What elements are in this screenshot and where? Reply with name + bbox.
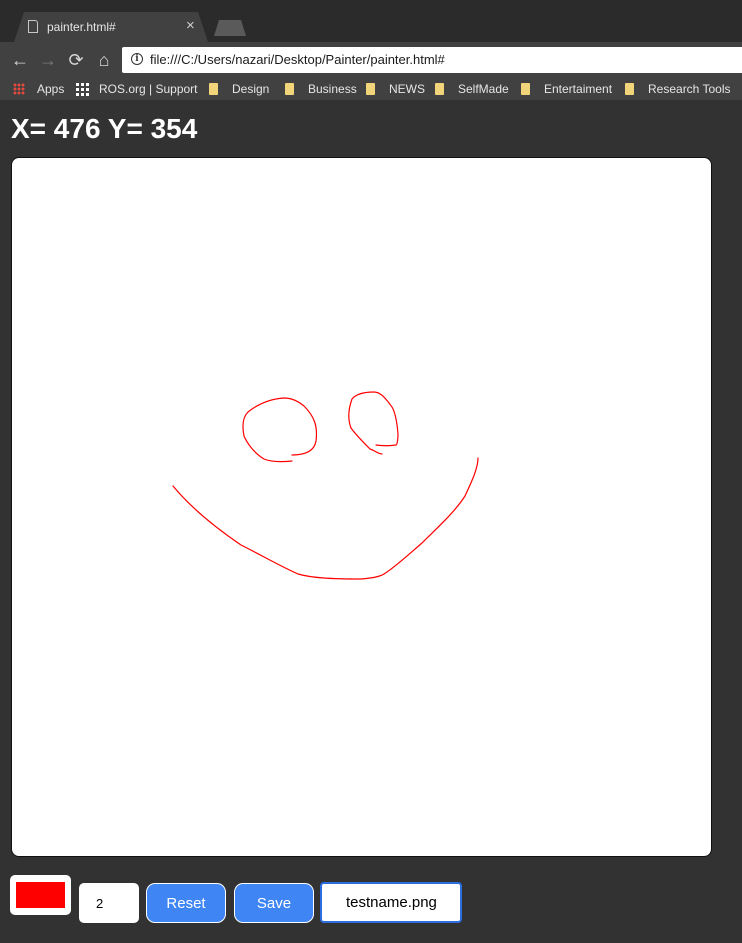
address-bar[interactable]: i file:///C:/Users/nazari/Desktop/Painte… <box>122 47 742 73</box>
bookmark-label: Design <box>232 82 270 96</box>
folder-icon <box>209 83 218 95</box>
bookmark-apps[interactable]: Apps <box>13 81 64 97</box>
folder-icon <box>521 83 530 95</box>
home-icon[interactable]: ⌂ <box>94 50 114 70</box>
bookmark-label: ROS.org | Support <box>99 82 198 96</box>
bookmark-ros[interactable]: ROS.org | Support <box>76 81 198 97</box>
url-text: file:///C:/Users/nazari/Desktop/Painter/… <box>150 52 445 67</box>
bookmark-label: Research Tools <box>648 82 731 96</box>
left-eye-stroke <box>242 397 318 463</box>
brush-size-input[interactable] <box>79 883 139 923</box>
drawing-strokes <box>172 391 479 580</box>
bookmark-label: NEWS <box>389 82 425 96</box>
browser-tab[interactable]: painter.html# × <box>14 12 208 42</box>
document-icon <box>28 20 38 33</box>
tab-title: painter.html# <box>47 20 116 34</box>
tab-close-icon[interactable]: × <box>186 18 195 34</box>
selected-color-fill <box>16 882 65 908</box>
browser-toolbar: ← → ⟳ ⌂ i file:///C:/Users/nazari/Deskto… <box>0 42 742 78</box>
smile-stroke <box>172 457 479 580</box>
bookmark-news[interactable]: NEWS <box>366 81 425 97</box>
bookmark-label: SelfMade <box>458 82 509 96</box>
reload-icon[interactable]: ⟳ <box>66 50 86 70</box>
cursor-coordinates: X= 476 Y= 354 <box>11 113 198 144</box>
back-icon[interactable]: ← <box>10 50 30 70</box>
new-tab-button[interactable] <box>214 20 246 36</box>
bookmark-label: Apps <box>37 82 65 96</box>
right-eye-stroke <box>348 391 399 455</box>
folder-icon <box>285 83 294 95</box>
bookmark-selfmade[interactable]: SelfMade <box>435 81 509 97</box>
folder-icon <box>366 83 375 95</box>
reset-button[interactable]: Reset <box>146 883 226 923</box>
bookmark-entertaiment[interactable]: Entertaiment <box>521 81 612 97</box>
save-button[interactable]: Save <box>234 883 314 923</box>
folder-icon <box>435 83 444 95</box>
bookmark-research-tools[interactable]: Research Tools <box>625 81 731 97</box>
color-picker[interactable] <box>10 875 71 915</box>
bookmark-design[interactable]: Design <box>209 81 269 97</box>
drawing-canvas[interactable] <box>11 157 712 857</box>
info-icon[interactable]: i <box>131 53 143 65</box>
bookmark-label: Business <box>308 82 357 96</box>
filename-input[interactable] <box>320 882 462 923</box>
bookmarks-bar: Apps ROS.org | Support Design Business N… <box>0 78 742 100</box>
forward-icon[interactable]: → <box>38 50 58 70</box>
ros-icon <box>76 82 90 96</box>
bookmark-label: Entertaiment <box>544 82 613 96</box>
apps-icon <box>13 83 25 95</box>
tab-strip: painter.html# × <box>0 0 742 42</box>
bookmark-business[interactable]: Business <box>285 81 357 97</box>
folder-icon <box>625 83 634 95</box>
